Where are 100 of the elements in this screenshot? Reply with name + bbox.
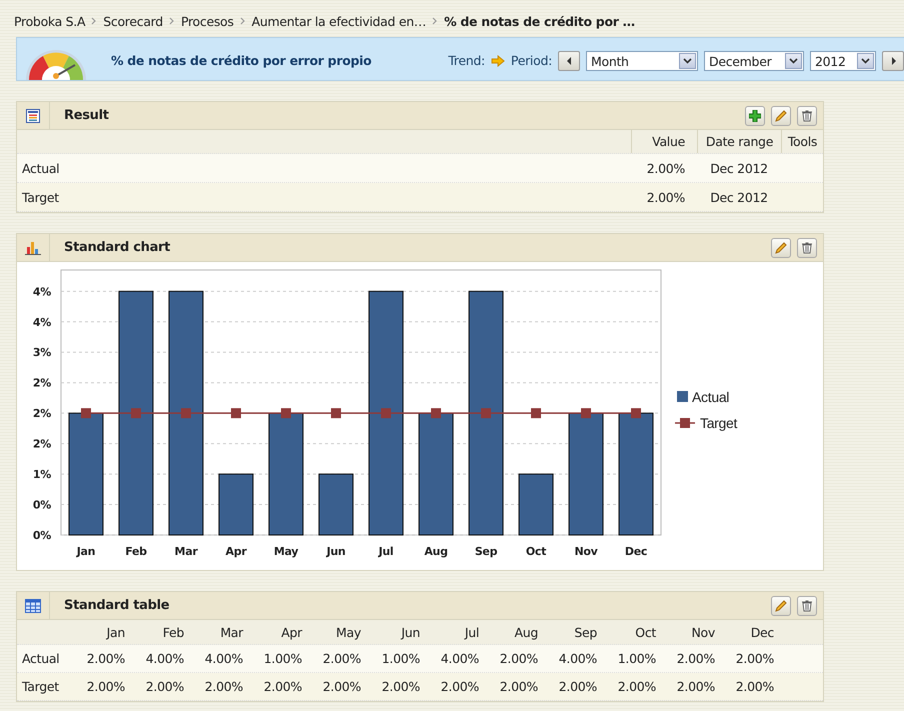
legend-label: Target <box>700 415 738 431</box>
edit-button[interactable] <box>771 596 791 616</box>
table-cell-text: 2.00% <box>616 679 657 694</box>
table-icon <box>25 598 41 612</box>
column-header: Oct <box>634 624 657 640</box>
column-header: Feb <box>162 624 185 640</box>
pencil-icon <box>775 242 787 254</box>
pencil-icon <box>775 600 787 612</box>
axis-label: 4% <box>32 316 51 329</box>
table-cell-text: 2.00% <box>676 651 716 666</box>
chevron-icon <box>91 17 98 25</box>
axis-label: May <box>274 545 298 558</box>
column-header: Apr <box>280 624 303 640</box>
column-header: Sep <box>573 624 598 640</box>
breadcrumb-link[interactable]: Proboka S.A <box>14 14 86 28</box>
chevron-icon <box>432 17 438 25</box>
table-cell-text: 4.00% <box>558 651 598 666</box>
delete-button[interactable] <box>797 106 817 126</box>
panel-title: Result <box>64 108 109 123</box>
chevron-icon <box>168 17 175 25</box>
kpi-title: % de notas de crédito por error propio <box>111 53 372 68</box>
axis-label: Jul <box>378 545 394 558</box>
legend-swatch <box>677 391 688 402</box>
axis-label: Aug <box>424 545 448 558</box>
axis-label: 2% <box>32 407 51 420</box>
axis-label: 2% <box>32 376 51 390</box>
panel-title: Standard chart <box>64 240 170 255</box>
table-cell-text: 2.00% <box>646 188 686 206</box>
list-icon <box>26 108 40 122</box>
previous-button[interactable] <box>558 51 580 71</box>
column-header: Mar <box>219 624 244 640</box>
table-cell-text: 2.00% <box>498 651 539 666</box>
chevron-icon <box>240 17 246 25</box>
delete-button[interactable] <box>797 596 817 616</box>
trash-icon <box>801 110 813 122</box>
table-cell-text: 2.00% <box>734 651 775 666</box>
row-label: Target <box>21 190 60 204</box>
plus-icon <box>749 110 761 122</box>
arrow-right-icon <box>490 55 505 67</box>
table-cell-text: 2.00% <box>86 679 126 694</box>
table-cell-text: 4.00% <box>144 651 185 666</box>
axis-label: 2% <box>32 438 51 451</box>
table-cell-text: 1.00% <box>380 651 421 666</box>
table-cell-text: 1.00% <box>616 651 657 666</box>
table-cell-text: Dec 2012 <box>709 188 769 206</box>
column-header: Nov <box>690 624 716 640</box>
table-cell-text: 2.00% <box>262 679 303 694</box>
caret-left-icon <box>566 57 572 65</box>
column-header: Jan <box>105 624 126 640</box>
axis-label: Jan <box>76 545 96 558</box>
column-header: Dec <box>750 624 775 640</box>
table-cell-text: 2.00% <box>734 679 775 694</box>
breadcrumb-link[interactable]: % de notas de crédito por … <box>444 14 635 28</box>
edit-button[interactable] <box>771 238 791 258</box>
axis-label: Dec <box>624 545 648 558</box>
axis-label: 0% <box>32 498 51 512</box>
row-label: Target <box>21 679 60 694</box>
column-header: Jun <box>400 624 421 640</box>
panel-title: Standard table <box>64 598 170 613</box>
edit-button[interactable] <box>771 106 791 126</box>
trend-label: Trend: <box>448 53 485 68</box>
add-button[interactable] <box>745 106 765 126</box>
bar-chart-icon <box>25 240 41 254</box>
table-cell-text: 2.00% <box>498 679 539 694</box>
breadcrumb-link[interactable]: Scorecard <box>103 14 163 28</box>
pencil-icon <box>775 110 787 122</box>
axis-label: Mar <box>174 545 198 558</box>
period-dropdown[interactable]: 2012 <box>810 51 876 71</box>
table-cell-text: 2.00% <box>440 679 480 694</box>
period-dropdown[interactable]: Month <box>586 51 698 71</box>
column-header: May <box>335 624 362 640</box>
table-cell-text: 2.00% <box>558 679 598 694</box>
next-button[interactable] <box>882 51 904 71</box>
table-cell-text: 4.00% <box>204 651 244 666</box>
breadcrumb-link[interactable]: Aumentar la efectividad en… <box>252 14 426 28</box>
period-dropdown[interactable]: December <box>704 51 804 71</box>
column-header: Aug <box>513 624 539 640</box>
axis-label: 4% <box>32 285 51 298</box>
table-cell-text: 2.00% <box>86 651 126 666</box>
axis-label: Nov <box>574 545 598 558</box>
table-cell-text: 2.00% <box>144 679 185 694</box>
axis-label: Feb <box>125 545 147 558</box>
legend-label: Actual <box>692 389 730 405</box>
column-header: Value <box>631 130 697 153</box>
breadcrumb-link[interactable]: Procesos <box>180 14 234 28</box>
table-cell-text: 2.00% <box>380 679 421 694</box>
delete-button[interactable] <box>797 238 817 258</box>
axis-label: 0% <box>32 529 51 542</box>
table-cell-text: Dec 2012 <box>709 160 769 178</box>
table-cell-text: 2.00% <box>646 160 686 178</box>
axis-label: Apr <box>226 545 246 558</box>
axis-label: Jun <box>326 545 346 558</box>
table-cell-text: 2.00% <box>322 651 362 666</box>
table-cell-text: 2.00% <box>322 679 362 694</box>
legend-swatch <box>675 418 695 428</box>
trash-icon <box>801 600 813 612</box>
axis-label: 1% <box>32 468 51 482</box>
axis-label: Sep <box>474 545 498 558</box>
column-header: Jul <box>463 624 480 640</box>
row-label: Actual <box>21 160 60 176</box>
